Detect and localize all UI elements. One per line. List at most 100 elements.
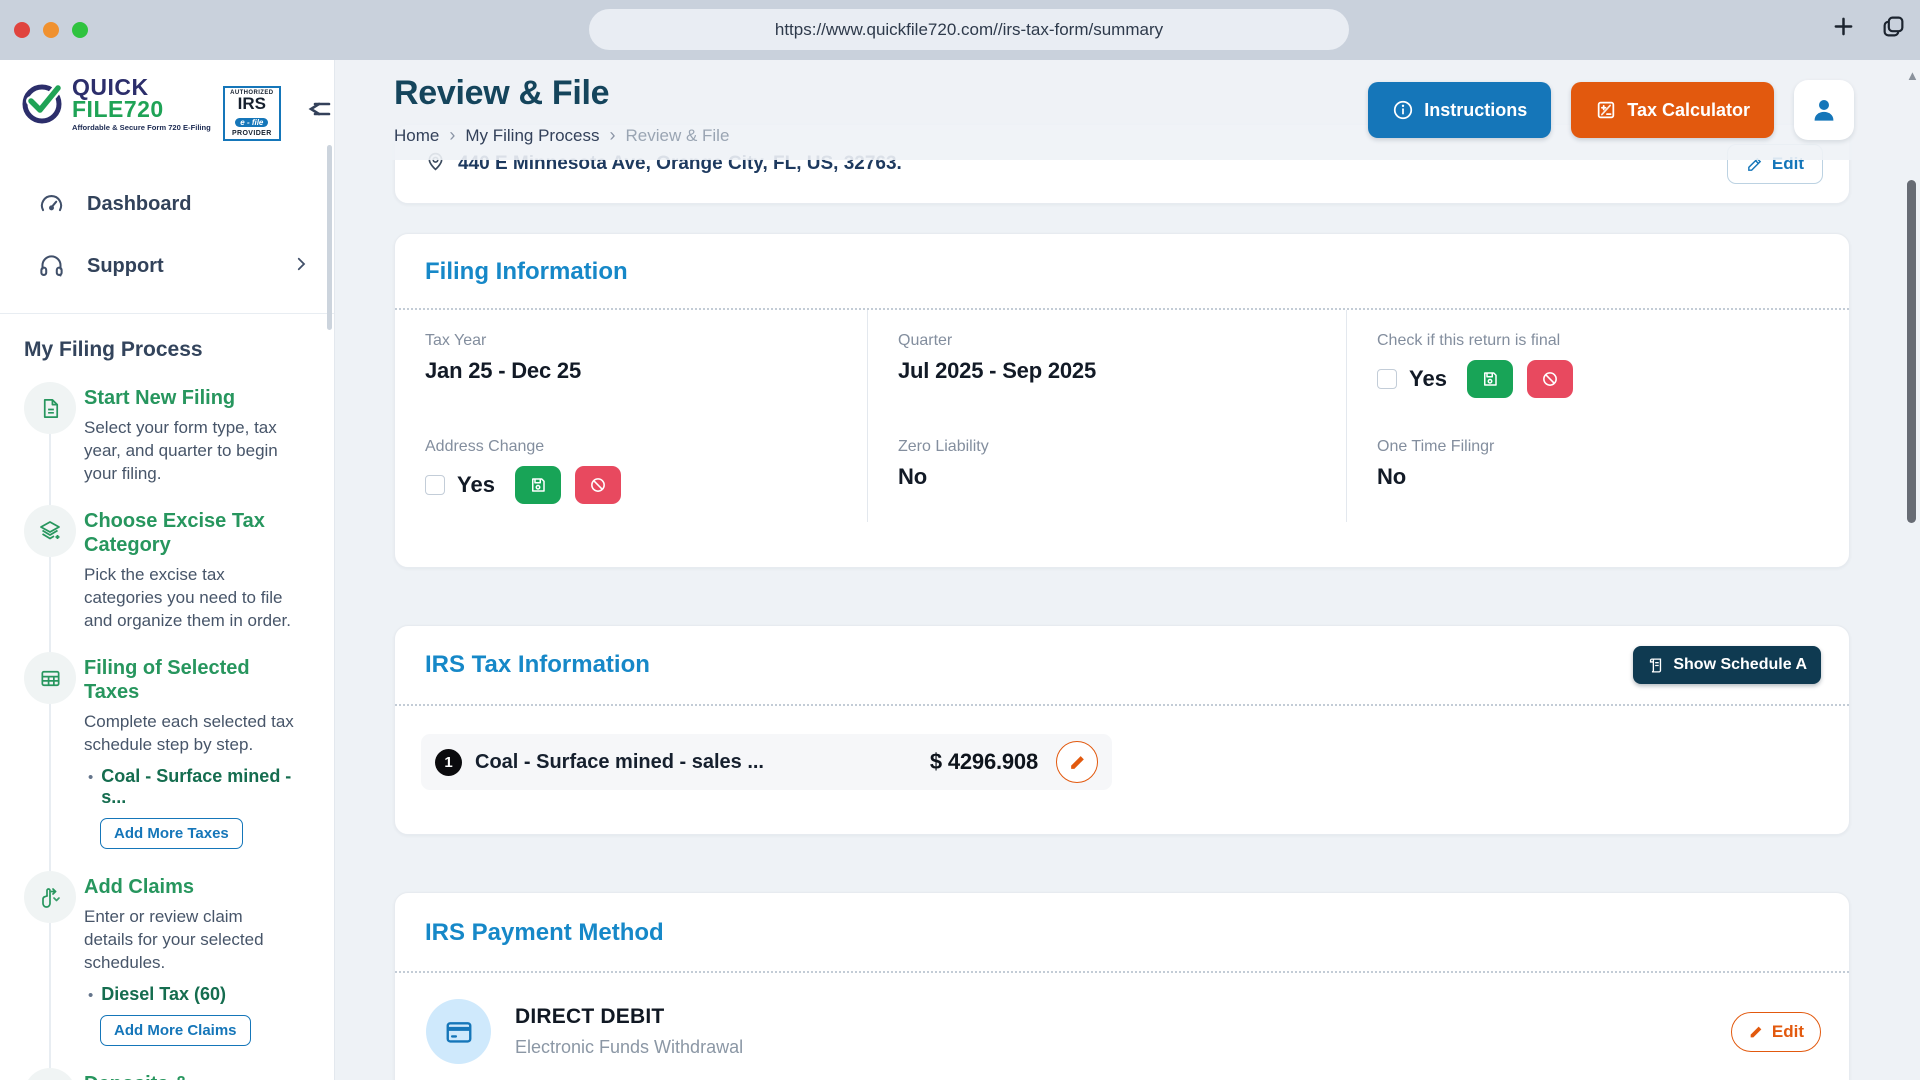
main-content: 440 E Minnesota Ave, Orange City, FL, US… (335, 60, 1920, 1080)
tab-overview-icon[interactable] (1881, 14, 1906, 39)
tax-calculator-button[interactable]: Tax Calculator (1571, 82, 1774, 138)
breadcrumb-home[interactable]: Home (394, 126, 439, 146)
edit-payment-label: Edit (1772, 1022, 1804, 1042)
document-icon (39, 397, 62, 420)
app-logo[interactable]: QUICK FILE720 Affordable & Secure Form 7… (0, 60, 334, 141)
address-change-cancel-button[interactable] (575, 466, 621, 504)
breadcrumb-current: Review & File (626, 126, 730, 146)
sidebar-item-label: Support (87, 255, 292, 278)
add-more-taxes-button[interactable]: Add More Taxes (100, 818, 243, 849)
payment-method-name: DIRECT DEBIT (515, 1005, 1731, 1029)
save-icon (1481, 370, 1499, 388)
final-return-field: Check if this return is final Yes (1347, 310, 1849, 416)
filing-process-section-title: My Filing Process (24, 338, 334, 362)
show-schedule-a-button[interactable]: Show Schedule A (1633, 646, 1821, 684)
sidebar: QUICK FILE720 Affordable & Secure Form 7… (0, 60, 335, 1080)
filing-process-steps: Start New Filing Select your form type, … (0, 382, 334, 1080)
sidebar-item-dashboard[interactable]: Dashboard (0, 173, 334, 235)
scrollbar-up-arrow[interactable]: ▲ (1906, 68, 1919, 83)
step-deposits-overpayments[interactable]: Deposits & Overpayments (0, 1068, 334, 1080)
one-time-filing-label: One Time Filingr (1377, 438, 1829, 456)
edit-payment-method-button[interactable]: Edit (1731, 1012, 1821, 1052)
sidebar-scrollbar-thumb[interactable] (327, 145, 332, 330)
address-change-yes-label: Yes (457, 472, 495, 498)
address-change-checkbox[interactable] (425, 475, 445, 495)
final-return-checkbox[interactable] (1377, 369, 1397, 389)
filing-information-title: Filing Information (425, 258, 1819, 286)
step-start-new-filing[interactable]: Start New Filing Select your form type, … (0, 382, 334, 485)
zero-liability-field: Zero Liability No (868, 416, 1347, 522)
minimize-window-button[interactable] (43, 22, 59, 38)
table-icon (39, 667, 62, 690)
tax-year-field: Tax Year Jan 25 - Dec 25 (395, 310, 868, 416)
dashboard-icon (38, 191, 65, 218)
tax-year-value: Jan 25 - Dec 25 (425, 358, 847, 384)
page-header: Review & File Home › My Filing Process ›… (335, 60, 1920, 160)
step-add-claims[interactable]: Add Claims Enter or review claim details… (0, 871, 334, 1048)
final-return-label: Check if this return is final (1377, 332, 1829, 350)
breadcrumb: Home › My Filing Process › Review & File (394, 125, 1368, 146)
irs-tax-information-title: IRS Tax Information (425, 651, 1633, 679)
scrollbar-thumb[interactable] (1907, 180, 1916, 523)
ban-icon (1541, 370, 1559, 388)
show-schedule-a-label: Show Schedule A (1673, 656, 1807, 674)
close-window-button[interactable] (14, 22, 30, 38)
headset-icon (38, 253, 65, 280)
new-tab-icon[interactable] (1832, 15, 1855, 38)
main-scrollbar[interactable]: ▲ (1904, 60, 1920, 1080)
address-change-label: Address Change (425, 438, 847, 456)
step-description: Pick the excise tax categories you need … (84, 563, 294, 632)
irs-payment-method-title: IRS Payment Method (425, 919, 1819, 947)
zoom-window-button[interactable] (72, 22, 88, 38)
tax-calculator-label: Tax Calculator (1627, 100, 1750, 121)
address-bar[interactable]: https://www.quickfile720.com//irs-tax-fo… (589, 9, 1349, 50)
step-title: Add Claims (84, 875, 294, 899)
add-more-claims-button[interactable]: Add More Claims (100, 1015, 251, 1046)
user-avatar-button[interactable] (1794, 80, 1854, 140)
tax-item-row: 1 Coal - Surface mined - sales ... $ 429… (421, 734, 1112, 790)
sidebar-item-support[interactable]: Support (0, 235, 334, 297)
zero-liability-value: No (898, 464, 1326, 490)
quickfile-logo-icon (18, 78, 66, 126)
calculator-icon (1595, 99, 1617, 121)
step-filing-selected-taxes[interactable]: Filing of Selected Taxes Complete each s… (0, 652, 334, 851)
address-change-save-button[interactable] (515, 466, 561, 504)
person-icon (1809, 95, 1839, 125)
step-title: Choose Excise Tax Category (84, 509, 294, 557)
tax-item-name: Coal - Surface mined - sales ... (475, 751, 930, 774)
irs-efile-provider-badge: AUTHORIZED IRS e - file PROVIDER (223, 86, 281, 141)
quarter-field: Quarter Jul 2025 - Sep 2025 (868, 310, 1347, 416)
zero-liability-label: Zero Liability (898, 438, 1326, 456)
tax-item-number-badge: 1 (435, 749, 462, 776)
tax-year-label: Tax Year (425, 332, 847, 350)
edit-pen-icon (1748, 1024, 1764, 1040)
schedule-scroll-icon (1647, 657, 1664, 674)
logo-tagline: Affordable & Secure Form 720 E-Filing (72, 123, 211, 132)
logo-text-file720: FILE720 (72, 98, 211, 120)
filing-information-card: Filing Information Tax Year Jan 25 - Dec… (394, 233, 1850, 568)
credit-card-icon (426, 999, 491, 1064)
instructions-button[interactable]: Instructions (1368, 82, 1551, 138)
badge-irs-text: IRS (226, 96, 278, 112)
sidebar-item-label: Dashboard (87, 193, 310, 216)
bullet-dot: • (88, 769, 93, 786)
final-return-yes-label: Yes (1409, 366, 1447, 392)
window-controls (14, 22, 88, 38)
address-change-field: Address Change Yes (395, 416, 868, 522)
quarter-value: Jul 2025 - Sep 2025 (898, 358, 1326, 384)
breadcrumb-separator: › (449, 125, 455, 146)
final-return-save-button[interactable] (1467, 360, 1513, 398)
step-choose-excise-tax[interactable]: Choose Excise Tax Category Pick the exci… (0, 505, 334, 632)
selected-claim-item[interactable]: • Diesel Tax (60) (84, 984, 294, 1005)
breadcrumb-my-filing-process[interactable]: My Filing Process (465, 126, 599, 146)
edit-tax-item-button[interactable] (1056, 741, 1098, 783)
selected-tax-item[interactable]: • Coal - Surface mined - s... (84, 766, 294, 808)
quarter-label: Quarter (898, 332, 1326, 350)
step-title: Deposits & Overpayments (84, 1072, 294, 1080)
ban-icon (589, 476, 607, 494)
one-time-filing-field: One Time Filingr No (1347, 416, 1849, 522)
final-return-cancel-button[interactable] (1527, 360, 1573, 398)
sidebar-collapse-icon[interactable] (307, 98, 333, 125)
selected-tax-label: Coal - Surface mined - s... (101, 766, 294, 808)
badge-provider-text: PROVIDER (226, 130, 278, 137)
